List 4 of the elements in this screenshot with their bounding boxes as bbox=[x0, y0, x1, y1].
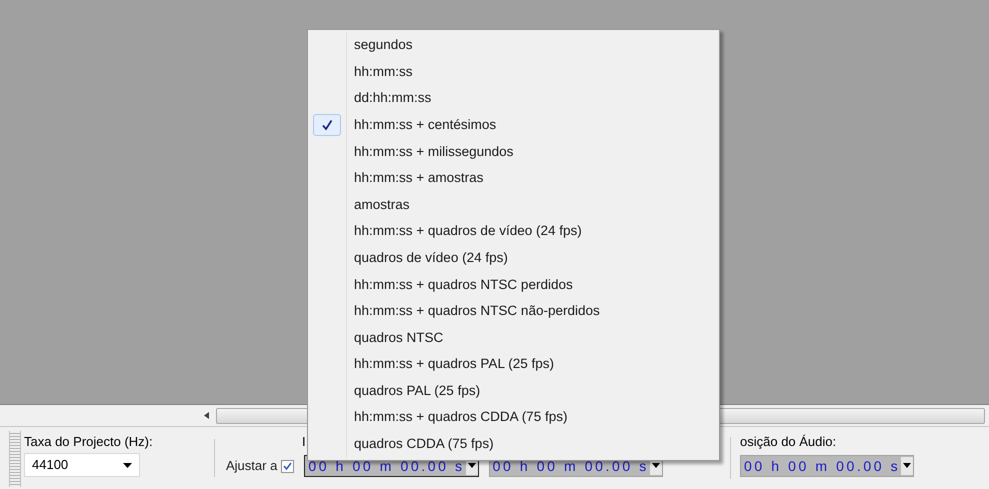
audio-position-label: osição do Áudio: bbox=[740, 434, 838, 450]
project-rate-label: Taxa do Projecto (Hz): bbox=[24, 434, 154, 450]
selection-label: I bbox=[302, 434, 306, 450]
snap-to-label: Ajustar a bbox=[226, 457, 278, 476]
